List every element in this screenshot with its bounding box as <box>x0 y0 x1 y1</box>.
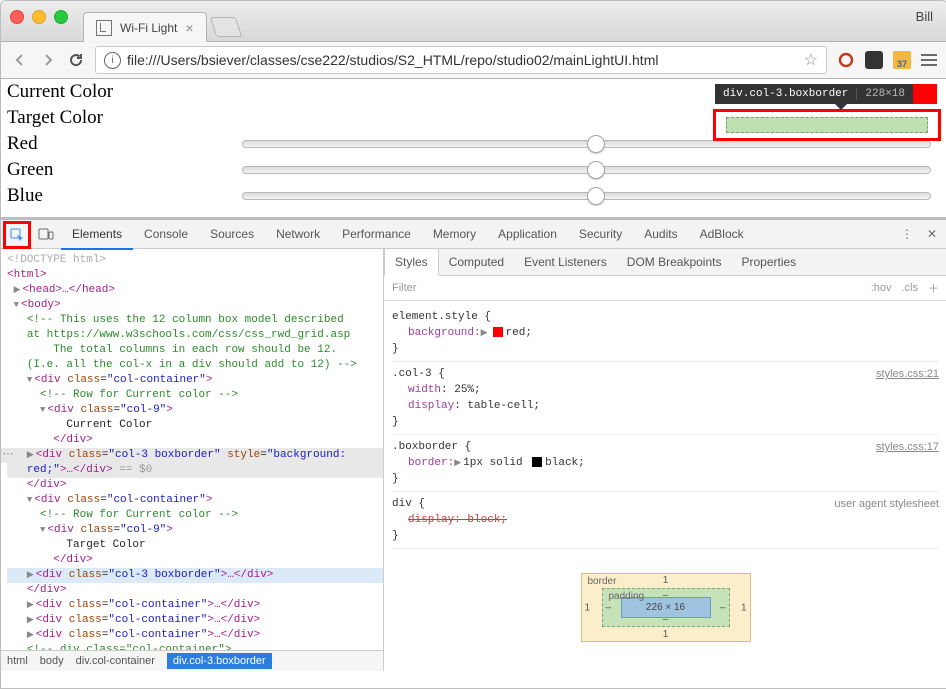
style-rules[interactable]: element.style { background:red; } styles… <box>384 301 946 553</box>
styles-tabbar: Styles Computed Event Listeners DOM Brea… <box>384 249 946 276</box>
devtools-tab-adblock[interactable]: AdBlock <box>689 220 755 248</box>
box-model: border 1 1 1 1 padding – – – – 226 × 16 <box>581 573 751 642</box>
extension-icon-3[interactable]: 37 <box>893 51 911 69</box>
red-label: Red <box>7 133 242 155</box>
extension-icon-1[interactable] <box>837 51 855 69</box>
tab-strip: Wi-Fi Light × <box>83 1 239 41</box>
page-favicon-icon <box>96 20 112 36</box>
titlebar: Wi-Fi Light × Bill <box>1 1 946 42</box>
tooltip-dimensions: 228×18 <box>856 88 913 100</box>
forward-button[interactable] <box>39 51 57 69</box>
devtools-tab-console[interactable]: Console <box>133 220 199 248</box>
new-tab-button[interactable] <box>209 17 241 37</box>
browser-window: Wi-Fi Light × Bill i file:///Users/bsiev… <box>0 0 946 689</box>
inspected-element-content <box>726 117 928 133</box>
styles-panel: Styles Computed Event Listeners DOM Brea… <box>384 249 946 671</box>
styles-tab-properties[interactable]: Properties <box>731 249 806 275</box>
current-color-label: Current Color <box>7 81 242 103</box>
extension-icon-2[interactable] <box>865 51 883 69</box>
devtools-tab-elements[interactable]: Elements <box>61 220 133 250</box>
dom-tree[interactable]: <!DOCTYPE html> <html> <head>…</head> <b… <box>1 249 383 650</box>
devtools-tab-audits[interactable]: Audits <box>633 220 688 248</box>
devtools-tab-application[interactable]: Application <box>487 220 568 248</box>
styles-tab-listeners[interactable]: Event Listeners <box>514 249 617 275</box>
styles-tab-computed[interactable]: Computed <box>439 249 514 275</box>
crumb-selected[interactable]: div.col-3.boxborder <box>167 653 272 669</box>
elements-panel: <!DOCTYPE html> <html> <head>…</head> <b… <box>1 249 384 671</box>
devtools-tabbar: Elements Console Sources Network Perform… <box>1 220 946 249</box>
blue-slider[interactable] <box>242 192 931 200</box>
slider-thumb[interactable] <box>587 187 605 205</box>
url-text: file:///Users/bsiever/classes/cse222/stu… <box>127 52 658 68</box>
green-slider[interactable] <box>242 166 931 174</box>
devtools-menu-icon[interactable]: ⋮ <box>901 227 913 241</box>
tab-title: Wi-Fi Light <box>120 21 177 35</box>
source-link[interactable]: styles.css:17 <box>876 439 939 455</box>
address-bar[interactable]: i file:///Users/bsiever/classes/cse222/s… <box>95 46 827 74</box>
cls-toggle[interactable]: .cls <box>902 282 919 294</box>
back-button[interactable] <box>11 51 29 69</box>
source-link[interactable]: styles.css:21 <box>876 366 939 382</box>
browser-tab[interactable]: Wi-Fi Light × <box>83 12 207 42</box>
styles-tab-breakpoints[interactable]: DOM Breakpoints <box>617 249 732 275</box>
target-color-label: Target Color <box>7 107 242 129</box>
ext3-badge: 37 <box>897 59 907 69</box>
devtools-tab-memory[interactable]: Memory <box>422 220 487 248</box>
slider-thumb[interactable] <box>587 135 605 153</box>
site-info-icon[interactable]: i <box>104 52 121 69</box>
chrome-menu-button[interactable] <box>921 54 937 66</box>
styles-tab-styles[interactable]: Styles <box>384 249 439 276</box>
filter-placeholder[interactable]: Filter <box>392 282 416 294</box>
window-controls <box>1 1 77 24</box>
crumb-body[interactable]: body <box>40 655 64 667</box>
devtools-tab-sources[interactable]: Sources <box>199 220 265 248</box>
tooltip-color-swatch <box>913 84 937 104</box>
inspected-element-highlight <box>713 109 941 141</box>
tooltip-selector: div.col-3.boxborder <box>715 88 856 100</box>
devtools-tab-security[interactable]: Security <box>568 220 633 248</box>
green-label: Green <box>7 159 242 181</box>
red-slider[interactable] <box>242 140 931 148</box>
devtools-tab-network[interactable]: Network <box>265 220 331 248</box>
devtools-tab-performance[interactable]: Performance <box>331 220 422 248</box>
color-swatch-icon[interactable] <box>493 327 503 337</box>
new-rule-button[interactable]: ＋ <box>928 280 939 296</box>
inspect-element-button[interactable] <box>1 221 31 247</box>
inspect-tooltip: div.col-3.boxborder 228×18 <box>715 84 937 104</box>
slider-thumb[interactable] <box>587 161 605 179</box>
crumb-container[interactable]: div.col-container <box>76 655 155 667</box>
tab-close-icon[interactable]: × <box>185 20 193 36</box>
device-toolbar-button[interactable] <box>31 221 61 247</box>
devtools-close-icon[interactable]: ✕ <box>927 227 937 241</box>
hov-toggle[interactable]: :hov <box>871 282 892 294</box>
zoom-window-button[interactable] <box>54 10 68 24</box>
color-swatch-icon[interactable] <box>532 457 542 467</box>
devtools: Elements Console Sources Network Perform… <box>1 217 946 671</box>
blue-label: Blue <box>7 185 242 207</box>
ua-stylesheet-label: user agent stylesheet <box>834 496 939 512</box>
bookmark-star-icon[interactable]: ☆ <box>804 50 818 70</box>
minimize-window-button[interactable] <box>32 10 46 24</box>
toolbar: i file:///Users/bsiever/classes/cse222/s… <box>1 42 946 79</box>
profile-name[interactable]: Bill <box>916 9 933 24</box>
styles-filter-bar: Filter :hov .cls ＋ <box>384 276 946 301</box>
reload-button[interactable] <box>67 51 85 69</box>
breadcrumb[interactable]: html body div.col-container div.col-3.bo… <box>1 650 383 671</box>
crumb-html[interactable]: html <box>7 655 28 667</box>
close-window-button[interactable] <box>10 10 24 24</box>
